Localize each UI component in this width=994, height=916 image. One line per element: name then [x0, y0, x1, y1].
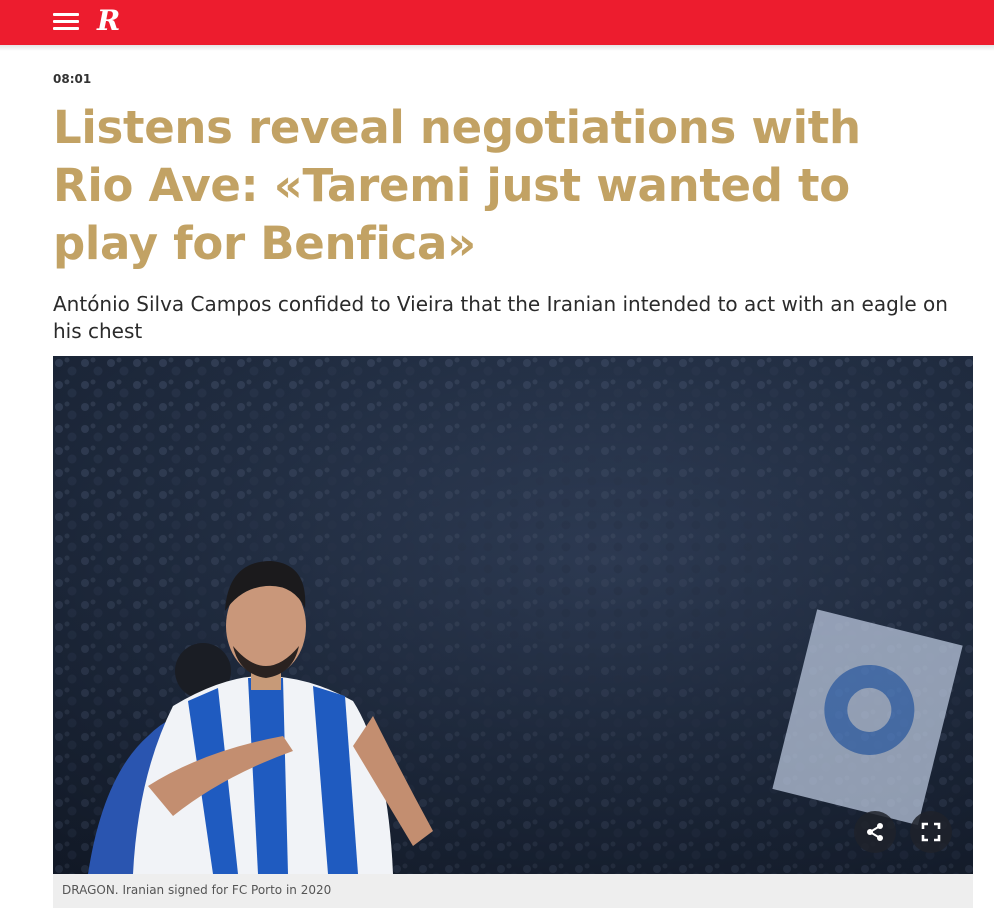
top-navigation-bar: R [0, 0, 994, 45]
photo-illustration [53, 356, 973, 874]
header-divider [0, 45, 994, 51]
site-logo[interactable]: R [97, 4, 120, 38]
hamburger-menu-icon[interactable] [53, 13, 79, 31]
photo-caption: DRAGON. Iranian signed for FC Porto in 2… [62, 883, 332, 897]
article-headline: Listens reveal negotiations with Rio Ave… [53, 101, 861, 270]
article-lead: António Silva Campos confided to Vieira … [53, 292, 948, 343]
fullscreen-button[interactable] [910, 811, 952, 853]
photo-caption-bar: DRAGON. Iranian signed for FC Porto in 2… [53, 874, 973, 908]
fullscreen-icon [921, 822, 941, 842]
share-icon [867, 823, 883, 841]
article-photo [53, 356, 973, 874]
publish-time: 08:01 [53, 72, 92, 86]
share-button[interactable] [854, 811, 896, 853]
